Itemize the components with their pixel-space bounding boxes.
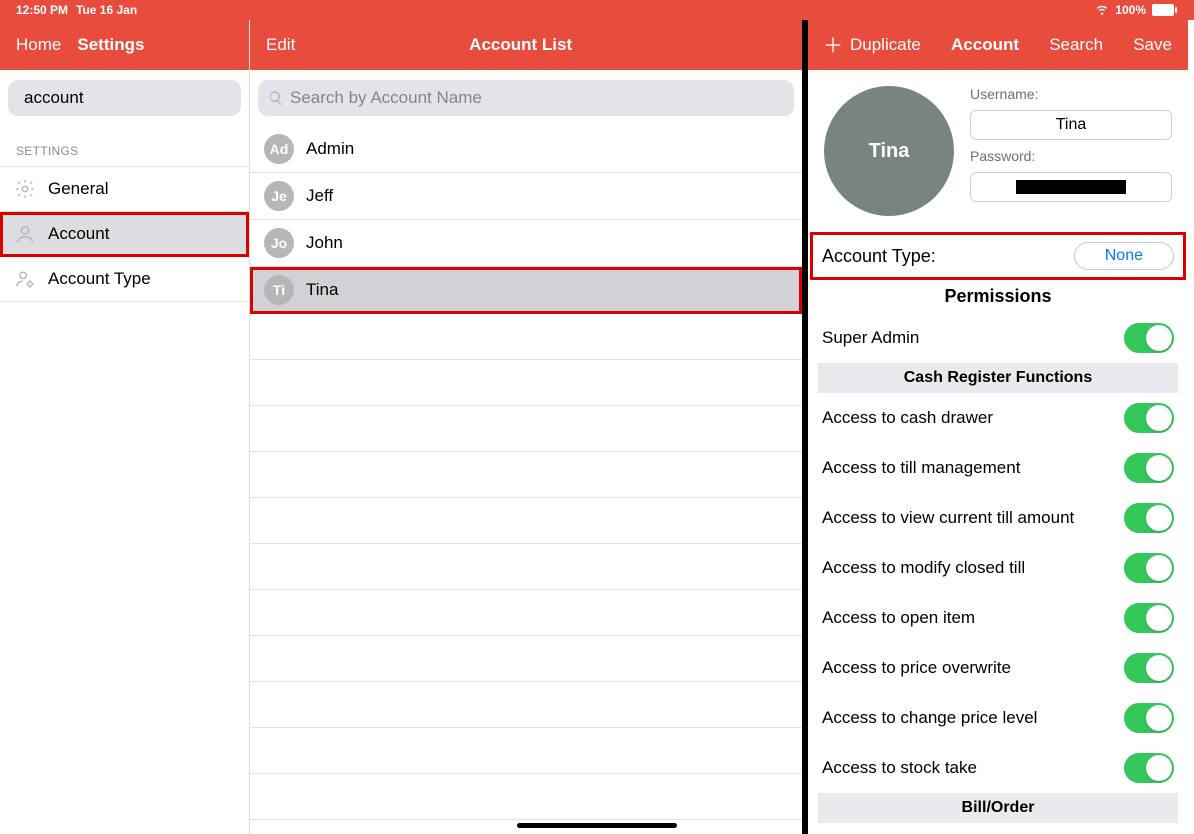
account-type-label: Account Type:: [822, 246, 936, 267]
settings-section-header: SETTINGS: [0, 126, 249, 167]
avatar: Ti: [264, 275, 294, 305]
perm-label: Access to till management: [822, 458, 1020, 478]
sidebar-item-label: Account Type: [48, 269, 151, 289]
perm-super-admin: Super Admin: [808, 313, 1188, 363]
account-search-input[interactable]: [290, 88, 784, 108]
perm-row: Access to modify closed till: [808, 543, 1188, 593]
perm-label: Access to cash drawer: [822, 408, 993, 428]
toggle-perm[interactable]: [1124, 703, 1174, 733]
account-name: Tina: [306, 280, 338, 300]
sidebar-item-general[interactable]: General: [0, 167, 249, 212]
account-list: Ad Admin Je Jeff Jo John Ti Tina: [250, 126, 802, 820]
perm-row: Access to cash drawer: [808, 393, 1188, 443]
home-indicator: [517, 823, 677, 828]
sidebar-search-input[interactable]: [24, 88, 245, 108]
permissions-header: Permissions: [808, 280, 1188, 313]
account-list-title: Account List: [469, 35, 572, 55]
settings-sidebar: Home Settings SETTINGS General: [0, 20, 250, 834]
perm-label: Super Admin: [822, 328, 919, 348]
perm-label: Access to price overwrite: [822, 658, 1011, 678]
search-button[interactable]: Search: [1049, 35, 1103, 55]
perm-label: Access to view current till amount: [822, 508, 1074, 528]
battery-percent: 100%: [1115, 3, 1146, 17]
perm-label: Access to open item: [822, 608, 975, 628]
account-name: Jeff: [306, 186, 333, 206]
account-list-panel: Edit Account List AdAdminJeJeffJoJohnTiT…: [250, 20, 808, 834]
account-row-tina[interactable]: Ti Tina: [250, 267, 802, 314]
middle-header: Edit Account List: [250, 20, 802, 70]
status-time: 12:50 PM: [16, 3, 68, 17]
sidebar-item-label: Account: [48, 224, 109, 244]
account-row-john[interactable]: Jo John: [250, 220, 802, 267]
edit-button[interactable]: Edit: [266, 35, 295, 55]
account-row-admin[interactable]: Ad Admin: [250, 126, 802, 173]
toggle-perm[interactable]: [1124, 603, 1174, 633]
sidebar-title: Settings: [77, 35, 144, 55]
save-button[interactable]: Save: [1133, 35, 1172, 55]
battery-icon: [1152, 4, 1178, 16]
sidebar-item-account[interactable]: Account: [0, 212, 249, 257]
account-search[interactable]: [258, 80, 794, 116]
section-bill-order: Bill/Order: [818, 793, 1178, 823]
right-header: Duplicate Account Search Save: [808, 20, 1188, 70]
avatar: Ad: [264, 134, 294, 164]
toggle-perm[interactable]: [1124, 753, 1174, 783]
profile-avatar[interactable]: Tina: [824, 86, 954, 216]
toggle-super-admin[interactable]: [1124, 323, 1174, 353]
search-icon: [268, 90, 284, 106]
account-name: John: [306, 233, 343, 253]
password-label: Password:: [970, 148, 1172, 164]
duplicate-button[interactable]: Duplicate: [822, 34, 921, 56]
username-label: Username:: [970, 86, 1172, 102]
toggle-perm[interactable]: [1124, 453, 1174, 483]
gear-icon: [14, 178, 36, 200]
perm-row: Access to view current till amount: [808, 493, 1188, 543]
toggle-perm[interactable]: [1124, 653, 1174, 683]
wifi-icon: [1095, 2, 1109, 19]
person-icon: [14, 223, 36, 245]
section-cash-register: Cash Register Functions: [818, 363, 1178, 393]
password-field[interactable]: [970, 172, 1172, 202]
account-type-button[interactable]: None: [1074, 242, 1174, 270]
account-type-row: Account Type: None: [810, 232, 1186, 280]
perm-row: Access to price overwrite: [808, 643, 1188, 693]
perm-label: Access to change price level: [822, 708, 1037, 728]
person-gear-icon: [14, 268, 36, 290]
status-bar: 12:50 PM Tue 16 Jan 100%: [0, 0, 1194, 20]
account-detail-panel: Duplicate Account Search Save Tina Usern…: [808, 20, 1188, 834]
perm-row: Access to stock take: [808, 743, 1188, 793]
profile-section: Tina Username: Password:: [808, 70, 1188, 232]
perm-row: Access to change price level: [808, 693, 1188, 743]
toggle-perm[interactable]: [1124, 403, 1174, 433]
sidebar-search[interactable]: [8, 80, 241, 116]
username-field[interactable]: [970, 110, 1172, 140]
perm-row: Access to open item: [808, 593, 1188, 643]
status-date: Tue 16 Jan: [76, 3, 137, 17]
toggle-perm[interactable]: [1124, 553, 1174, 583]
sidebar-header: Home Settings: [0, 20, 249, 70]
sidebar-item-label: General: [48, 179, 108, 199]
sidebar-item-account-type[interactable]: Account Type: [0, 257, 249, 302]
avatar: Jo: [264, 228, 294, 258]
account-name: Admin: [306, 139, 354, 159]
toggle-perm[interactable]: [1124, 503, 1174, 533]
perm-label: Access to modify closed till: [822, 558, 1025, 578]
password-mask: [1016, 180, 1126, 194]
home-button[interactable]: Home: [16, 35, 61, 55]
perm-label: Access to stock take: [822, 758, 977, 778]
account-title: Account: [951, 35, 1019, 55]
avatar: Je: [264, 181, 294, 211]
perm-row: Access to till management: [808, 443, 1188, 493]
account-row-jeff[interactable]: Je Jeff: [250, 173, 802, 220]
